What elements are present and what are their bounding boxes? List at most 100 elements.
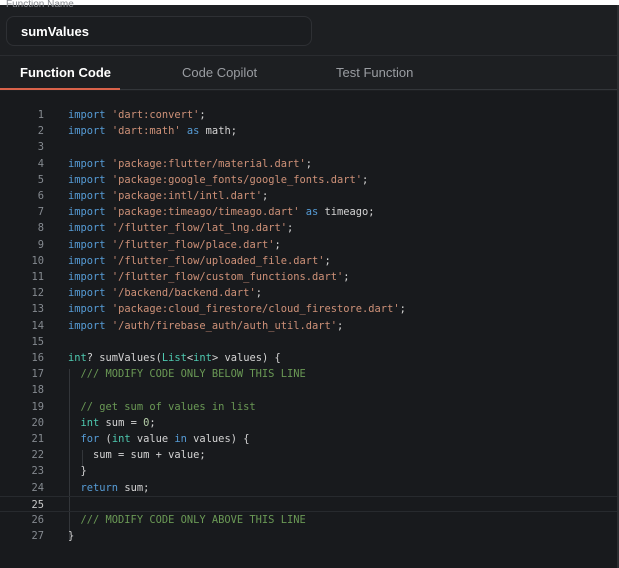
line-number: 9	[37, 238, 44, 251]
line-number: 2	[37, 125, 44, 138]
comment-token: /// MODIFY CODE ONLY BELOW THIS LINE	[80, 368, 306, 381]
code-text-token: ;	[149, 416, 156, 429]
code-text-token: sum =	[99, 416, 144, 429]
code-text-token: }	[68, 465, 87, 478]
line-number: 21	[31, 433, 44, 445]
keyword-token: import	[68, 254, 106, 267]
line-number: 27	[31, 530, 44, 543]
line-content: import 'dart:math' as math;	[68, 123, 237, 139]
code-line[interactable]: 1 import 'dart:convert';	[0, 107, 617, 123]
code-line[interactable]: 7 import 'package:timeago/timeago.dart' a…	[0, 204, 617, 220]
custom-function-editor: Function Name sumValues Function Code Co…	[0, 0, 619, 568]
line-number: 19	[31, 400, 44, 413]
code-text-token: ;	[337, 319, 344, 332]
code-line[interactable]: 15	[0, 334, 617, 350]
code-line[interactable]: 12 import '/backend/backend.dart';	[0, 285, 617, 301]
code-line[interactable]: 25	[0, 495, 617, 512]
code-text-token: (	[99, 433, 112, 445]
keyword-token: import	[68, 238, 106, 251]
keyword-token: as	[186, 125, 200, 138]
string-token: 'package:intl/intl.dart'	[111, 190, 262, 202]
code-line[interactable]: 6 import 'package:intl/intl.dart';	[0, 188, 617, 204]
line-number: 20	[31, 416, 44, 429]
code-line[interactable]: 21 for (int value in values) {	[0, 431, 617, 447]
keyword-token: import	[68, 206, 106, 219]
line-content: import '/backend/backend.dart';	[68, 285, 262, 301]
line-content: import 'dart:convert';	[68, 107, 206, 123]
code-line[interactable]: 2 import 'dart:math' as math;	[0, 123, 617, 139]
code-editor[interactable]: 1 import 'dart:convert'; 2 import 'dart:mat…	[0, 91, 617, 568]
line-number: 14	[31, 319, 44, 332]
code-line[interactable]: 8 import '/flutter_flow/lat_lng.dart';	[0, 220, 617, 236]
code-text-token: values) {	[186, 433, 250, 445]
code-line[interactable]: 14 import '/auth/firebase_auth/auth_util.…	[0, 318, 617, 334]
code-line[interactable]: 10 import '/flutter_flow/uploaded_file.da…	[0, 253, 617, 269]
line-number: 17	[31, 368, 44, 381]
string-token: 'package:timeago/timeago.dart'	[111, 206, 300, 219]
code-line[interactable]: 18	[0, 382, 617, 398]
string-token: '/backend/backend.dart'	[111, 287, 256, 300]
code-line[interactable]: 11 import '/flutter_flow/custom_functions…	[0, 269, 617, 285]
string-token: 'dart:convert'	[111, 109, 200, 121]
line-number: 5	[37, 173, 44, 186]
function-name-input[interactable]: sumValues	[6, 16, 312, 46]
code-line[interactable]: 20 int sum = 0;	[0, 415, 617, 431]
code-text-token: sum;	[118, 481, 150, 494]
code-line[interactable]: 24 return sum;	[0, 480, 617, 496]
code-line[interactable]: 17 /// MODIFY CODE ONLY BELOW THIS LINE	[0, 366, 617, 382]
keyword-token: import	[68, 109, 106, 121]
code-text-token: ;	[199, 109, 206, 121]
line-number: 4	[37, 157, 44, 170]
type-token: int	[68, 352, 87, 364]
tab-function-code[interactable]: Function Code	[20, 56, 111, 90]
line-content: }	[68, 528, 74, 544]
line-content: }	[68, 463, 87, 479]
line-content: import 'package:intl/intl.dart';	[68, 188, 268, 204]
code-line[interactable]: 27}	[0, 528, 617, 544]
code-text-token: math;	[199, 125, 237, 138]
code-text-token: value	[130, 433, 175, 445]
code-line[interactable]: 22 sum = sum + value;	[0, 447, 617, 463]
code-line[interactable]: 26 /// MODIFY CODE ONLY ABOVE THIS LINE	[0, 512, 617, 528]
code-line[interactable]: 5 import 'package:google_fonts/google_fon…	[0, 172, 617, 188]
line-number: 8	[37, 222, 44, 235]
line-number: 18	[31, 384, 44, 397]
string-token: 'dart:math'	[111, 125, 181, 138]
tab-code-copilot[interactable]: Code Copilot	[182, 56, 257, 90]
code-line[interactable]: 3	[0, 139, 617, 155]
line-number: 23	[31, 465, 44, 478]
code-line[interactable]: 9 import '/flutter_flow/place.dart';	[0, 237, 617, 253]
string-token: '/flutter_flow/custom_functions.dart'	[111, 271, 344, 283]
code-line[interactable]: 13 import 'package:cloud_firestore/cloud_…	[0, 301, 617, 317]
code-line[interactable]: 4 import 'package:flutter/material.dart';	[0, 156, 617, 172]
line-number: 6	[37, 190, 44, 202]
comment-token: /// MODIFY CODE ONLY ABOVE THIS LINE	[80, 514, 306, 526]
code-text-token: > values) {	[211, 352, 281, 364]
line-number: 10	[31, 254, 44, 267]
code-text-token: ;	[362, 173, 369, 186]
line-content: int sum = 0;	[68, 415, 156, 431]
keyword-token: import	[68, 303, 106, 316]
code-line[interactable]: 19 // get sum of values in list	[0, 399, 617, 415]
line-content: import '/flutter_flow/place.dart';	[68, 237, 281, 253]
keyword-token: import	[68, 271, 106, 283]
string-token: '/flutter_flow/lat_lng.dart'	[111, 222, 287, 235]
line-number: 1	[37, 109, 44, 121]
code-text-token: }	[68, 530, 75, 543]
code-line[interactable]: 23 }	[0, 463, 617, 479]
code-line[interactable]: 16 int? sumValues(List<int> values) {	[0, 350, 617, 366]
code-text-token: ;	[274, 238, 281, 251]
line-number: 11	[31, 271, 44, 283]
keyword-token: import	[68, 319, 106, 332]
line-content: /// MODIFY CODE ONLY BELOW THIS LINE	[68, 366, 306, 382]
keyword-token: return	[80, 481, 119, 494]
line-content: // get sum of values in list	[68, 399, 256, 415]
line-number: 22	[31, 449, 44, 462]
tab-test-function[interactable]: Test Function	[336, 56, 413, 90]
keyword-token: import	[68, 125, 106, 138]
keyword-token: import	[68, 190, 106, 202]
line-number: 7	[37, 206, 44, 219]
